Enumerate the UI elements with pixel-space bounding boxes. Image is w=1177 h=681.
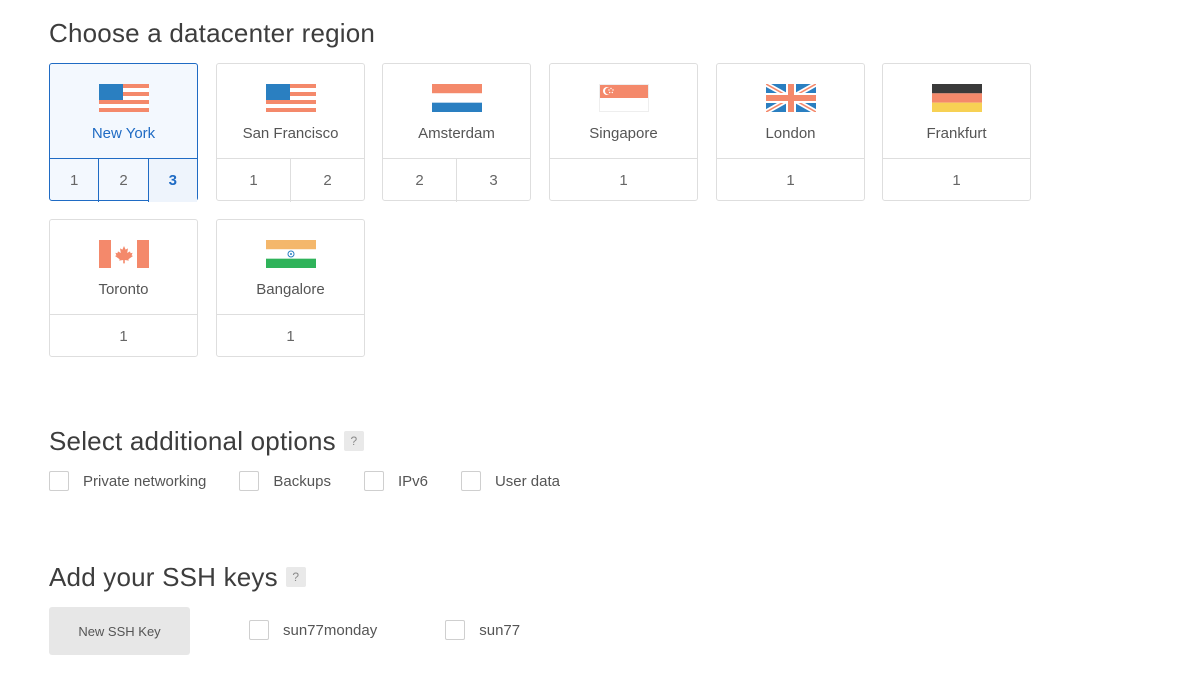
ssh-key-row: sun77monday sun77 — [249, 620, 520, 640]
region-grid: New York 1 2 3 San Francisco 1 2 Amsterd… — [49, 63, 1049, 363]
region-card-header[interactable]: San Francisco — [217, 64, 364, 158]
option-private-networking[interactable]: Private networking — [49, 471, 206, 491]
region-card-new-york[interactable]: New York 1 2 3 — [49, 63, 198, 202]
option-label: IPv6 — [397, 472, 428, 490]
checkbox[interactable] — [49, 471, 69, 491]
region-card-singapore[interactable]: Singapore 1 — [549, 63, 698, 201]
region-card-header[interactable]: Amsterdam — [383, 64, 530, 158]
option-label: Private networking — [83, 472, 207, 490]
ssh-key-sun77monday[interactable]: sun77monday — [249, 620, 377, 640]
netherlands-flag-icon — [432, 84, 482, 112]
option-ipv6[interactable]: IPv6 — [363, 471, 428, 491]
region-name: Singapore — [589, 125, 658, 142]
datacenter-option[interactable]: 1 — [50, 315, 197, 358]
india-flag-icon — [266, 240, 316, 268]
datacenter-option-selected[interactable]: 3 — [147, 159, 197, 202]
options-title-text: Select additional options — [49, 426, 336, 456]
datacenter-option[interactable]: 1 — [217, 159, 290, 202]
datacenter-selector: 1 2 — [217, 158, 364, 202]
checkbox[interactable] — [249, 620, 269, 640]
region-card-header[interactable]: Singapore — [550, 64, 697, 158]
option-backups[interactable]: Backups — [239, 471, 331, 491]
datacenter-selector: 1 — [550, 158, 697, 202]
region-card-header[interactable]: Toronto — [50, 220, 197, 314]
region-section-title: Choose a datacenter region — [49, 18, 376, 48]
region-name: London — [765, 125, 816, 142]
options-checkbox-row: Private networking Backups IPv6 User dat… — [49, 471, 560, 491]
datacenter-selector: 1 — [50, 314, 197, 358]
option-user-data[interactable]: User data — [460, 471, 561, 491]
datacenter-option[interactable]: 1 — [550, 159, 697, 202]
singapore-flag-icon — [599, 84, 649, 112]
datacenter-selector: 1 2 3 — [50, 158, 197, 202]
us-flag-icon — [266, 84, 316, 112]
ssh-key-label: sun77monday — [283, 621, 378, 639]
region-card-san-francisco[interactable]: San Francisco 1 2 — [216, 63, 365, 202]
help-icon[interactable]: ? — [285, 567, 306, 588]
region-name: Frankfurt — [926, 125, 987, 142]
checkbox[interactable] — [239, 471, 260, 491]
region-card-london[interactable]: London 1 — [716, 63, 865, 201]
datacenter-option[interactable]: 2 — [383, 159, 456, 202]
region-card-amsterdam[interactable]: Amsterdam 2 3 — [382, 63, 531, 202]
region-card-frankfurt[interactable]: Frankfurt 1 — [882, 63, 1031, 201]
option-label: Backups — [273, 472, 331, 490]
region-card-header[interactable]: New York — [50, 64, 197, 158]
region-card-bangalore[interactable]: Bangalore 1 — [216, 219, 365, 357]
region-card-header[interactable]: London — [717, 64, 864, 158]
region-card-header[interactable]: Frankfurt — [883, 64, 1030, 158]
checkbox[interactable] — [445, 620, 466, 640]
datacenter-option[interactable]: 2 — [98, 159, 147, 202]
datacenter-option[interactable]: 1 — [883, 159, 1030, 202]
us-flag-icon — [99, 84, 149, 112]
datacenter-option[interactable]: 2 — [290, 159, 364, 202]
region-name: Amsterdam — [418, 125, 495, 142]
checkbox[interactable] — [460, 471, 481, 491]
ssh-section-title: Add your SSH keys? — [49, 562, 306, 593]
region-card-toronto[interactable]: Toronto 1 — [49, 219, 198, 357]
datacenter-option[interactable]: 3 — [456, 159, 530, 202]
options-section-title: Select additional options? — [49, 426, 364, 457]
canada-flag-icon — [99, 240, 149, 268]
uk-flag-icon — [766, 84, 816, 112]
datacenter-selector: 1 — [217, 314, 364, 358]
ssh-key-label: sun77 — [479, 621, 521, 639]
region-name: New York — [91, 125, 156, 142]
datacenter-option[interactable]: 1 — [717, 159, 864, 202]
ssh-title-text: Add your SSH keys — [49, 562, 278, 592]
region-name: San Francisco — [242, 125, 339, 142]
datacenter-selector: 1 — [883, 158, 1030, 202]
help-icon[interactable]: ? — [343, 431, 364, 452]
region-card-header[interactable]: Bangalore — [217, 220, 364, 314]
region-name: Toronto — [98, 281, 149, 298]
datacenter-option[interactable]: 1 — [50, 159, 98, 202]
ssh-key-sun77[interactable]: sun77 — [445, 620, 520, 640]
datacenter-option[interactable]: 1 — [217, 315, 364, 358]
datacenter-selector: 2 3 — [383, 158, 530, 202]
new-ssh-key-button[interactable]: New SSH Key — [49, 607, 190, 655]
germany-flag-icon — [932, 84, 982, 112]
datacenter-selector: 1 — [717, 158, 864, 202]
checkbox[interactable] — [363, 471, 384, 491]
option-label: User data — [494, 472, 561, 490]
region-name: Bangalore — [256, 281, 325, 298]
